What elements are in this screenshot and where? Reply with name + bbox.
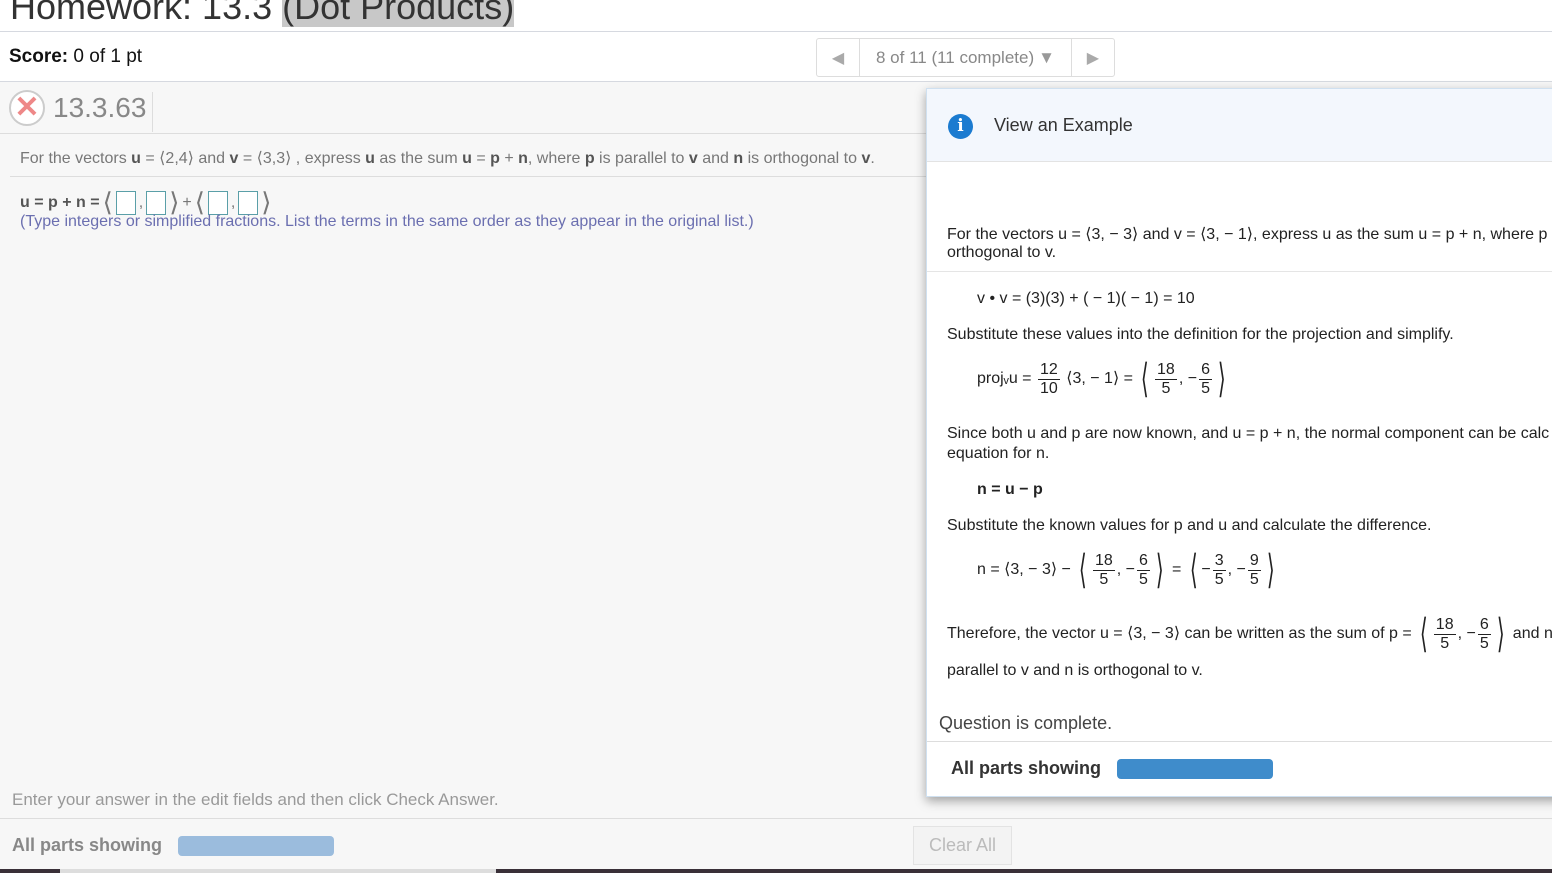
prev-question-button[interactable]: ◀ (817, 39, 859, 76)
math-var: u (131, 150, 141, 167)
info-icon: i (948, 114, 973, 139)
math-var: u (365, 150, 375, 167)
next-question-button[interactable]: ▶ (1072, 39, 1114, 76)
math-var: p (584, 150, 595, 167)
p-y-input[interactable] (146, 190, 167, 215)
parts-label: All parts showing (12, 835, 163, 855)
score-value: 0 of 1 pt (73, 46, 143, 67)
parts-progress-bar[interactable] (178, 836, 334, 856)
question-header: ✕ 13.3.63 (0, 83, 926, 134)
score-label: Score: (9, 46, 69, 67)
text-segment: , where (527, 150, 585, 167)
complete-status: Question is complete. (939, 713, 1113, 733)
divider (10, 176, 926, 177)
text-segment: is orthogonal to (743, 150, 862, 167)
math-var: v (688, 150, 698, 167)
triangle-left-icon: ◀ (831, 49, 845, 67)
title-text: Homework: 13.3 (10, 0, 283, 27)
triangle-right-icon: ▶ (1086, 49, 1100, 67)
step-text: Since both u and p are now known, and u … (947, 425, 1550, 442)
clear-all-button[interactable]: Clear All (913, 826, 1012, 865)
taskbar (0, 869, 1552, 873)
answer-hint: (Type integers or simplified fractions. … (20, 213, 754, 230)
step-text: equation for n. (947, 445, 1050, 462)
pager-status: 8 of 11 (11 complete) (876, 47, 1035, 67)
divider (927, 271, 1552, 272)
step-text: Substitute the known values for p and u … (947, 517, 1432, 534)
text-segment: For the vectors (20, 150, 132, 167)
math-var: n (518, 150, 528, 167)
example-header: i View an Example (927, 89, 1552, 162)
caret-down-icon: ▼ (1038, 47, 1055, 67)
instruction-message: Enter your answer in the edit fields and… (12, 790, 499, 809)
text-segment: . (870, 150, 875, 167)
score-bar: Score: 0 of 1 pt ◀ 8 of 11 (11 complete)… (0, 32, 1552, 82)
question-text: For the vectors u = ⟨2,4⟩ and v = ⟨3,3⟩ … (20, 148, 875, 168)
title-highlight: (Dot Products) (282, 0, 515, 27)
parts-label: All parts showing (951, 758, 1102, 778)
example-title: View an Example (994, 115, 1133, 135)
score: Score: 0 of 1 pt (9, 46, 142, 68)
question-number: 13.3.63 (53, 92, 154, 132)
dot-product-step: v • v = (3)(3) + ( − 1)( − 1) = 10 (977, 290, 1195, 307)
parts-progress-bar[interactable] (1117, 759, 1273, 779)
math-var: p (490, 150, 500, 167)
answer-lhs: u = p + n = (20, 193, 100, 211)
conclusion: Therefore, the vector u = ⟨3, − 3⟩ can b… (947, 612, 1552, 656)
text-segment: and (697, 150, 734, 167)
projection-step: projᵥu = 12 10 ⟨3, − 1⟩ = ⟨ 18 5, −6 5 ⟩ (977, 357, 1226, 401)
page-title: Homework: 13.3 (Dot Products) (10, 0, 515, 28)
question-pager: ◀ 8 of 11 (11 complete) ▼ ▶ (816, 38, 1115, 77)
text-segment: + (499, 150, 519, 167)
text-segment: is parallel to (594, 150, 689, 167)
text-segment: = (471, 150, 491, 167)
example-intro-cont: orthogonal to v. (947, 244, 1057, 261)
n-x-input[interactable] (207, 190, 228, 215)
n-y-input[interactable] (238, 190, 259, 215)
title-bar: Homework: 13.3 (Dot Products) (0, 0, 1552, 32)
text-segment: = ⟨3,3⟩ , express (238, 150, 366, 167)
math-var: n (733, 150, 744, 167)
question-select[interactable]: 8 of 11 (11 complete) ▼ (859, 39, 1072, 76)
normal-equation: n = u − p (977, 481, 1043, 498)
text-segment: = ⟨2,4⟩ and (140, 150, 230, 167)
step-text: Substitute these values into the definit… (947, 326, 1454, 343)
text-segment: as the sum (374, 150, 463, 167)
example-intro: For the vectors u = ⟨3, − 3⟩ and v = ⟨3,… (947, 226, 1548, 243)
divider (0, 818, 1552, 819)
normal-calc-step: n = ⟨3, − 3⟩ − ⟨ 18 5, −6 5 ⟩ = ⟨ −3 5, −9 5 ⟩ (977, 548, 1275, 592)
incorrect-x-icon: ✕ (9, 90, 45, 126)
conclusion-cont: parallel to v and n is orthogonal to v. (947, 662, 1203, 679)
p-x-input[interactable] (115, 190, 136, 215)
plus-sign: + (182, 193, 192, 211)
example-panel: i View an Example For the vectors u = ⟨3… (926, 88, 1552, 797)
divider (927, 741, 1552, 742)
math-var: u (462, 150, 472, 167)
